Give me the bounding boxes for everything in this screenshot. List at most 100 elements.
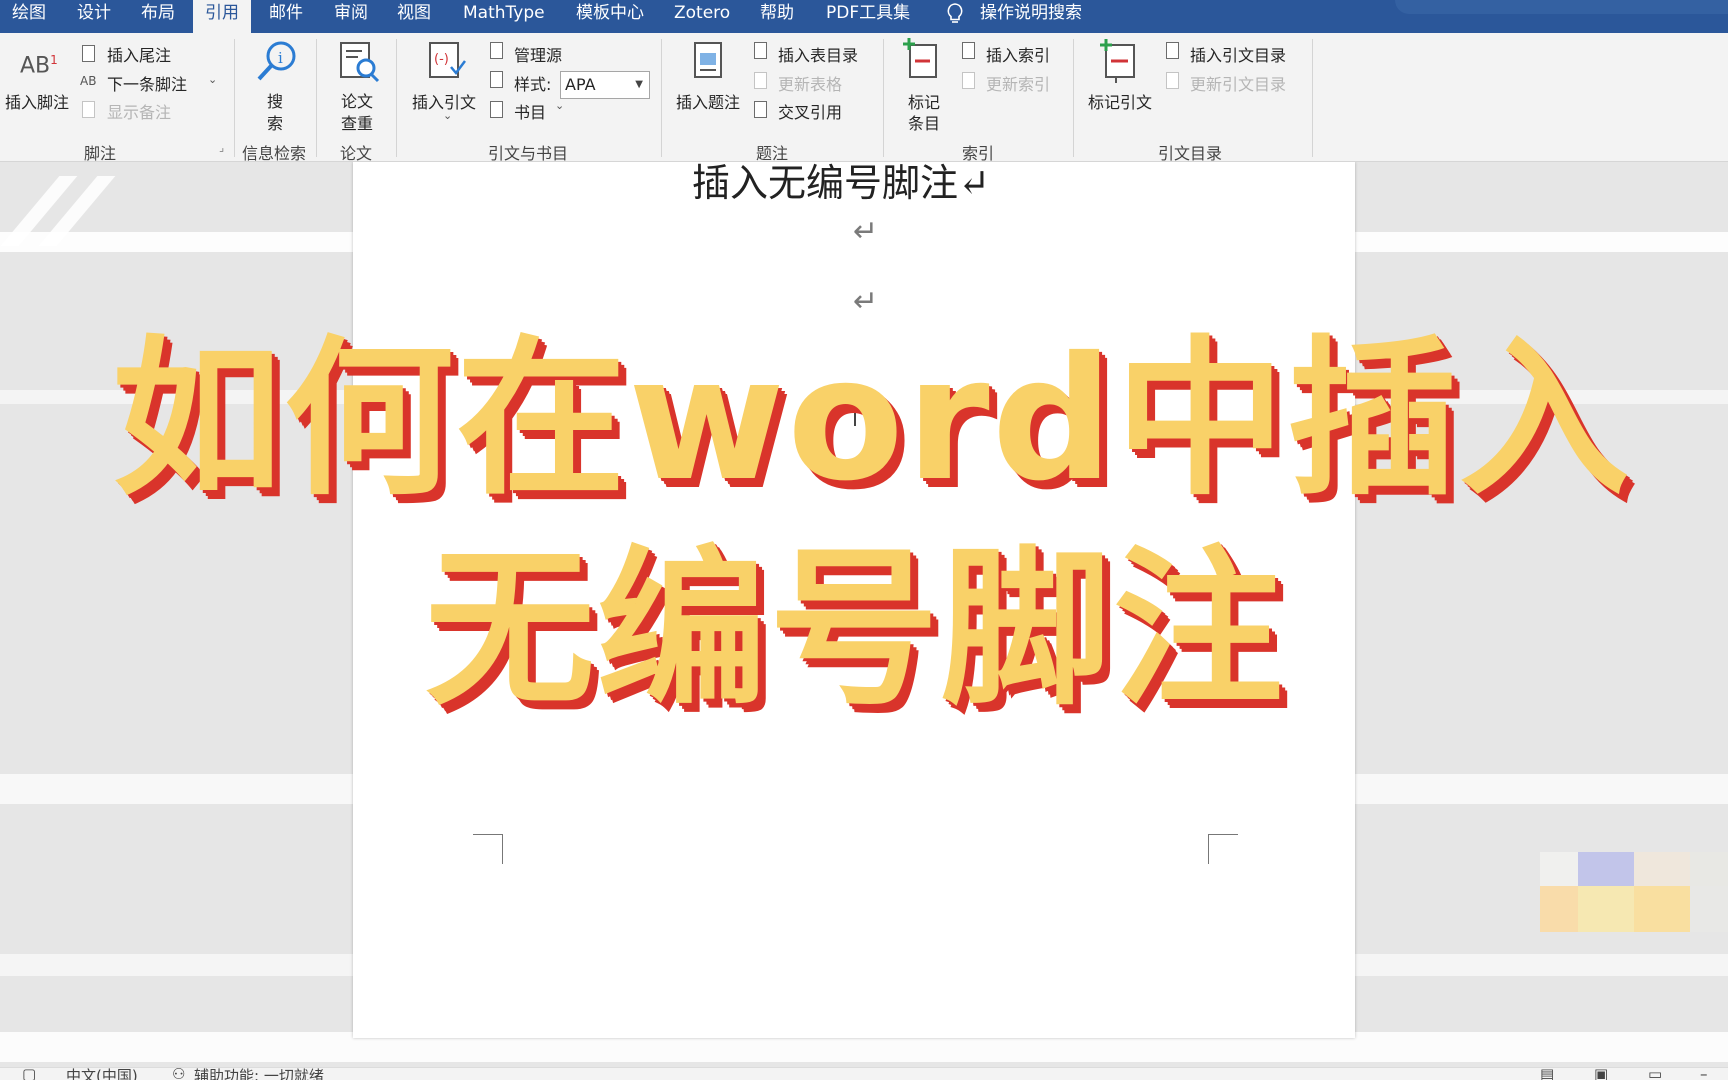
tab-pdf-tools[interactable]: PDF工具集 [826,0,910,27]
mark-citation-icon[interactable] [1098,39,1140,83]
update-table-button[interactable]: 更新表格 [778,71,842,95]
tab-mailings[interactable]: 邮件 [269,0,303,27]
proofing-icon[interactable]: ▢ [22,1068,36,1080]
show-notes-button[interactable]: 显示备注 [107,99,171,123]
paper-check-label-2: 查重 [341,114,374,133]
tell-me-search[interactable]: 操作说明搜索 [980,0,1082,27]
tab-design[interactable]: 设计 [77,0,111,27]
accessibility-status[interactable]: 辅助功能: 一切就绪 [194,1068,324,1080]
lightbulb-icon[interactable] [944,2,966,26]
overlay-title-line-2: 无编号脚注 [425,531,1286,729]
ribbon: AB1 插入脚注 插入尾注 AB 下一条脚注 ⌄ 显示备注 脚注 ⌟ i 搜 索… [0,33,1728,163]
bibliography-icon [490,101,503,118]
citation-style-select[interactable]: APA ▼ [560,71,650,99]
tab-template-center[interactable]: 模板中心 [576,0,644,27]
group-separator [234,39,235,157]
web-layout-icon[interactable]: ▭ [1648,1068,1662,1080]
tab-view[interactable]: 视图 [397,0,431,27]
mark-entry-label-2: 条目 [908,114,941,133]
insert-footnote-label: 插入脚注 [5,93,70,112]
next-footnote-button[interactable]: 下一条脚注 [107,71,187,95]
update-toa-icon [1166,72,1179,89]
chevron-down-icon[interactable]: ⌄ [443,109,452,122]
mosaic-tile [1634,886,1690,932]
tab-review[interactable]: 审阅 [334,0,368,27]
show-notes-icon [82,101,95,118]
mark-entry-icon[interactable] [900,37,940,81]
mosaic-tile [1578,852,1634,886]
tab-draw[interactable]: 绘图 [12,0,46,27]
language-status[interactable]: 中文(中国) [66,1068,138,1080]
print-layout-icon[interactable]: ▣ [1594,1068,1608,1080]
tab-layout[interactable]: 布局 [141,0,175,27]
insert-index-button[interactable]: 插入索引 [986,42,1050,66]
bibliography-button[interactable]: 书目 [514,99,546,123]
insert-toa-button[interactable]: 插入引文目录 [1190,42,1286,66]
ribbon-tab-bar: 绘图 设计 布局 引用 邮件 审阅 视图 MathType 模板中心 Zoter… [0,0,1728,33]
tab-zotero[interactable]: Zotero [674,0,730,27]
citation-style-value: APA [565,75,596,94]
manage-sources-icon [490,42,503,59]
mosaic-tile [1540,886,1578,932]
insert-endnote-button[interactable]: 插入尾注 [107,42,171,66]
mosaic-tile [1690,852,1728,886]
mosaic-tile [1578,886,1634,932]
document-heading[interactable]: 插入无编号脚注↵ [692,162,990,207]
insert-toa-icon [1166,42,1179,59]
manage-sources-button[interactable]: 管理源 [514,42,562,66]
group-label-paper: 论文 [340,144,373,163]
tab-references[interactable]: 引用 [193,0,251,33]
table-of-figures-icon [754,42,767,59]
paragraph-mark: ↵ [853,214,879,249]
next-footnote-icon: AB [80,74,97,88]
svg-text:(-): (-) [434,52,449,67]
search-label-1: 搜 [267,92,284,111]
endnote-icon [82,45,95,62]
cross-reference-icon [754,101,767,118]
mosaic-tile [1690,886,1728,932]
group-label-index: 索引 [962,144,995,163]
insert-citation-icon[interactable]: (-) [427,41,467,81]
search-icon[interactable]: i [255,39,299,83]
tab-mathtype[interactable]: MathType [463,0,545,27]
group-separator [1073,39,1074,157]
status-bar: ▢ 中文(中国) ⚇ 辅助功能: 一切就绪 ▤ ▣ ▭ – [0,1067,1728,1080]
group-label-research: 信息检索 [242,144,307,163]
svg-text:i: i [278,49,283,67]
margin-corner-mark [473,834,503,864]
group-separator [316,39,317,157]
cross-reference-button[interactable]: 交叉引用 [778,99,842,123]
accessibility-icon: ⚇ [172,1067,186,1080]
paper-check-icon[interactable] [338,41,380,83]
chevron-down-icon[interactable]: ⌄ [208,73,217,86]
group-separator [1312,39,1313,157]
paragraph-mark: ↵ [853,284,879,319]
insert-table-of-figures-button[interactable]: 插入表目录 [778,42,858,66]
insert-caption-icon[interactable] [692,41,726,83]
overlay-title-line-1: 如何在word中插入 [112,321,1632,519]
group-label-footnotes: 脚注 [84,144,117,163]
update-toa-button[interactable]: 更新引文目录 [1190,71,1286,95]
mark-citation-label[interactable]: 标记引文 [1088,89,1152,113]
group-separator [883,39,884,157]
insert-caption-label[interactable]: 插入题注 [676,89,740,113]
group-label-toa: 引文目录 [1158,144,1223,163]
update-index-button[interactable]: 更新索引 [986,71,1050,95]
mosaic-tile [1540,852,1578,886]
paper-check-label-1: 论文 [341,92,374,111]
group-separator [661,39,662,157]
window-controls-area [1395,0,1728,14]
dialog-launcher-icon[interactable]: ⌟ [219,141,224,154]
zoom-out-icon[interactable]: – [1700,1068,1708,1080]
chevron-down-icon[interactable]: ⌄ [555,99,564,112]
update-index-icon [962,72,975,89]
group-label-citations: 引文与书目 [488,144,569,163]
search-label-2: 索 [267,114,284,133]
read-mode-icon[interactable]: ▤ [1540,1068,1554,1080]
chevron-down-icon: ▼ [635,79,643,90]
style-label: 样式: [514,75,552,94]
margin-corner-mark [1208,834,1238,864]
tab-help[interactable]: 帮助 [760,0,794,27]
group-separator [396,39,397,157]
group-label-captions: 题注 [756,144,789,163]
